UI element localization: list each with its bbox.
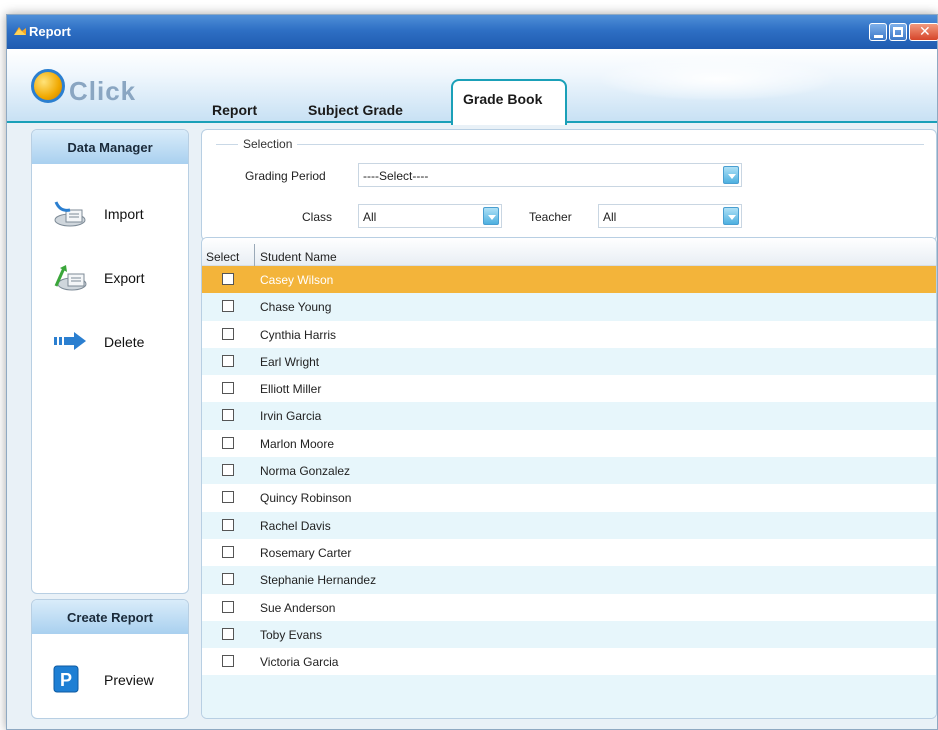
table-row[interactable]: Chase Young	[202, 293, 936, 321]
student-name-cell: Victoria Garcia	[260, 655, 339, 670]
row-select-checkbox[interactable]	[222, 545, 234, 558]
row-select-checkbox[interactable]	[222, 491, 234, 504]
create-report-title: Create Report	[32, 600, 188, 634]
student-name-cell: Stephanie Hernandez	[260, 573, 377, 588]
table-row[interactable]: Norma Gonzalez	[202, 457, 936, 485]
student-name-cell: Norma Gonzalez	[260, 464, 351, 479]
student-name-cell: Quincy Robinson	[260, 491, 352, 506]
row-select-checkbox[interactable]	[222, 327, 234, 340]
teacher-select[interactable]: All	[598, 204, 742, 228]
table-row[interactable]: Victoria Garcia	[202, 648, 936, 676]
teacher-value: All	[603, 210, 617, 224]
grid-empty-area	[202, 675, 936, 718]
row-select-checkbox[interactable]	[222, 409, 234, 422]
close-button[interactable]: ✕	[909, 23, 938, 41]
grid-rows: Casey Wilson Chase Young Cynthia Harris Ear…	[202, 266, 936, 676]
class-label: Class	[302, 210, 333, 224]
grid-header: Select Student Name	[202, 238, 936, 266]
student-name-cell: Toby Evans	[260, 627, 323, 642]
column-header-select[interactable]: Select	[206, 250, 239, 264]
data-manager-panel: Data Manager Import Export Delete	[31, 129, 189, 594]
preview-button[interactable]: P Preview	[52, 662, 172, 698]
tab-report[interactable]: Report	[212, 95, 257, 123]
student-name-cell: Casey Wilson	[260, 273, 334, 287]
export-button[interactable]: Export	[52, 260, 172, 296]
selection-divider	[216, 144, 924, 145]
student-name-cell: Marlon Moore	[260, 436, 335, 451]
tab-subject-grade[interactable]: Subject Grade	[308, 95, 403, 123]
table-row[interactable]: Marlon Moore	[202, 429, 936, 458]
student-name-cell: Elliott Miller	[260, 382, 322, 397]
export-label: Export	[104, 270, 145, 286]
row-select-checkbox[interactable]	[222, 627, 234, 640]
delete-button[interactable]: Delete	[52, 324, 172, 360]
export-icon	[54, 265, 87, 291]
logo-text: Click	[69, 76, 137, 106]
class-select[interactable]: All	[358, 204, 502, 228]
student-name-cell: Chase Young	[260, 300, 332, 315]
create-report-panel: Create Report P Preview	[31, 599, 189, 719]
import-label: Import	[104, 206, 144, 222]
student-name-cell: Rosemary Carter	[260, 545, 352, 560]
table-row[interactable]: Stephanie Hernandez	[202, 566, 936, 594]
table-row[interactable]: Quincy Robinson	[202, 484, 936, 512]
delete-label: Delete	[104, 334, 145, 350]
column-divider[interactable]	[254, 244, 255, 266]
svg-text:P: P	[60, 670, 72, 690]
student-grid: Select Student Name Casey Wilson Chase Yo…	[201, 237, 937, 719]
table-row[interactable]: Earl Wright	[202, 347, 936, 376]
table-row[interactable]: Toby Evans	[202, 620, 936, 649]
preview-p-icon: P	[53, 665, 79, 693]
preview-label: Preview	[104, 672, 154, 688]
column-header-student-name[interactable]: Student Name	[260, 250, 337, 264]
minimize-button[interactable]	[869, 23, 887, 41]
grading-period-dropdown-icon[interactable]	[723, 166, 739, 184]
report-window: Report ✕ Click Report Subject Grade Grad…	[6, 14, 938, 730]
maximize-button[interactable]	[889, 23, 907, 41]
row-select-checkbox[interactable]	[222, 300, 234, 313]
selection-legend: Selection	[238, 137, 298, 151]
row-select-checkbox[interactable]	[222, 655, 234, 668]
table-row[interactable]: Irvin Garcia	[202, 402, 936, 430]
import-button[interactable]: Import	[52, 196, 172, 232]
row-select-checkbox[interactable]	[222, 573, 234, 586]
teacher-label: Teacher	[529, 210, 572, 224]
row-select-checkbox[interactable]	[222, 382, 234, 395]
student-name-cell: Sue Anderson	[260, 600, 336, 615]
table-row[interactable]: Cynthia Harris	[202, 320, 936, 348]
delete-arrow-icon	[54, 332, 86, 350]
data-manager-title: Data Manager	[32, 130, 188, 164]
class-dropdown-icon[interactable]	[483, 207, 499, 225]
row-select-checkbox[interactable]	[222, 464, 234, 477]
student-name-cell: Irvin Garcia	[260, 409, 322, 424]
selection-group: Selection Grading Period ----Select---- …	[201, 129, 937, 241]
row-select-checkbox[interactable]	[222, 354, 234, 367]
window-title: Report	[29, 24, 71, 39]
student-name-cell: Cynthia Harris	[260, 327, 337, 342]
table-row[interactable]: Rosemary Carter	[202, 538, 936, 567]
grading-period-label: Grading Period	[245, 169, 326, 183]
logo-q-icon	[31, 69, 65, 103]
student-name-cell: Earl Wright	[260, 354, 320, 369]
table-row[interactable]: Rachel Davis	[202, 511, 936, 539]
table-row[interactable]: Casey Wilson	[202, 266, 936, 294]
row-select-checkbox[interactable]	[222, 436, 234, 449]
table-row[interactable]: Elliott Miller	[202, 375, 936, 403]
grading-period-select[interactable]: ----Select----	[358, 163, 742, 187]
student-name-cell: Rachel Davis	[260, 518, 331, 533]
row-select-checkbox[interactable]	[222, 273, 234, 285]
row-select-checkbox[interactable]	[222, 600, 234, 613]
row-select-checkbox[interactable]	[222, 518, 234, 531]
title-bar[interactable]: Report ✕	[7, 15, 938, 49]
class-value: All	[363, 210, 377, 224]
table-row[interactable]: Sue Anderson	[202, 593, 936, 621]
cloud-decoration	[597, 57, 837, 101]
app-logo: Click	[31, 69, 161, 109]
teacher-dropdown-icon[interactable]	[723, 207, 739, 225]
tab-grade-book[interactable]: Grade Book	[451, 79, 567, 125]
app-icon	[14, 27, 26, 35]
import-icon	[54, 201, 86, 227]
grading-period-value: ----Select----	[363, 169, 429, 183]
